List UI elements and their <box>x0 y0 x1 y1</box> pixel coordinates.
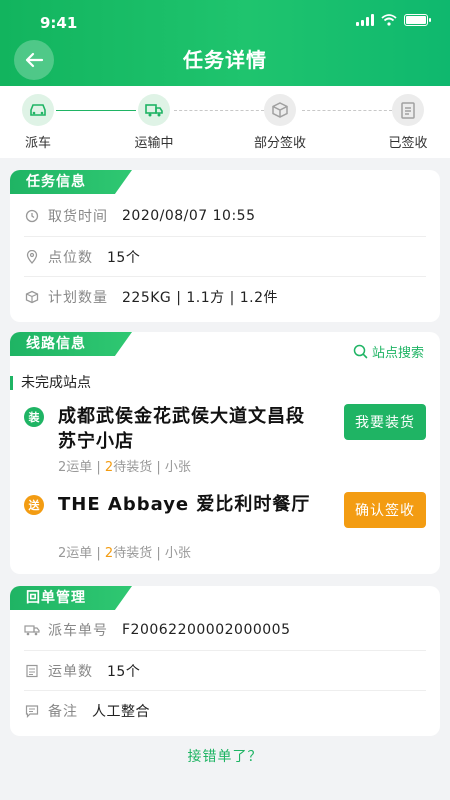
row-label: 计划数量 <box>48 289 108 306</box>
row-value: 人工整合 <box>92 703 150 720</box>
clock-icon <box>24 208 40 224</box>
status-time: 9:41 <box>40 14 78 32</box>
header: 9:41 任务详情 <box>0 0 450 86</box>
section-tag: 线路信息 <box>10 332 132 356</box>
section-tag: 任务信息 <box>10 170 132 194</box>
row-value: 225KG | 1.1方 | 1.2件 <box>122 289 279 306</box>
row-label: 备注 <box>48 703 78 720</box>
deliver-badge: 送 <box>24 495 44 515</box>
note-icon <box>24 703 40 719</box>
row-value: 15个 <box>107 249 141 266</box>
info-row-point-count: 点位数 15个 <box>24 236 426 276</box>
row-label: 取货时间 <box>48 209 108 225</box>
row-label: 派车单号 <box>48 623 108 639</box>
unfinished-stations-heading: 未完成站点 <box>10 376 91 390</box>
stop-name: 成都武侯金花武侯大道文昌段苏宁小店 <box>58 406 305 452</box>
receipt-row-remark: 备注 人工整合 <box>24 690 426 730</box>
progress-steps: 派车 运输中 部分签收 已签收 <box>0 86 450 158</box>
stop-item[interactable]: 装 成都武侯金花武侯大道文昌段苏宁小店 2运单 | 2待装货 | 小张 我要装货 <box>24 404 426 476</box>
receipt-row-dispatch-number: 派车单号 F20062200002000005 <box>24 610 426 650</box>
location-pin-icon <box>24 249 40 265</box>
row-label: 运单数 <box>48 663 93 680</box>
search-label: 站点搜索 <box>371 346 424 361</box>
row-value: F20062200002000005 <box>122 622 291 638</box>
box-icon <box>24 289 40 305</box>
route-info-card: 线路信息 站点搜索 未完成站点 装 成都武侯金花武侯大道文昌段苏宁小店 2运单 … <box>10 332 440 574</box>
info-row-pickup-time: 取货时间 2020/08/07 10:55 <box>24 196 426 236</box>
step-partial-signed: 部分签收 <box>240 94 320 151</box>
page-title: 任务详情 <box>183 48 267 72</box>
truck-icon <box>138 94 170 126</box>
load-goods-button[interactable]: 我要装货 <box>344 404 426 440</box>
step-label: 派车 <box>24 136 51 151</box>
info-row-planned-quantity: 计划数量 225KG | 1.1方 | 1.2件 <box>24 276 426 316</box>
load-badge: 装 <box>24 407 44 427</box>
battery-icon <box>404 14 431 26</box>
package-icon <box>264 94 296 126</box>
stop-meta: 2运单 | 2待装货 | 小张 <box>58 460 191 475</box>
section-tag: 回单管理 <box>10 586 132 610</box>
stop-name: THE Abbaye 爱比利时餐厅 <box>58 494 311 515</box>
step-label: 已签收 <box>388 136 428 151</box>
car-icon <box>22 94 54 126</box>
signal-icon <box>356 14 374 26</box>
document-icon <box>24 663 40 679</box>
step-label: 部分签收 <box>253 136 306 151</box>
stop-meta: 2运单 | 2待装货 | 小张 <box>58 546 191 561</box>
step-signed: 已签收 <box>368 94 448 151</box>
confirm-sign-button[interactable]: 确认签收 <box>344 492 426 528</box>
row-value: 15个 <box>107 663 141 680</box>
station-search-link[interactable]: 站点搜索 <box>353 342 424 361</box>
step-transit: 运输中 <box>114 94 194 151</box>
task-info-card: 任务信息 取货时间 2020/08/07 10:55 点位数 15个 计划数量 … <box>10 170 440 322</box>
receipt-row-waybill-count: 运单数 15个 <box>24 650 426 690</box>
receipt-management-card: 回单管理 派车单号 F20062200002000005 运单数 15个 备注 … <box>10 586 440 736</box>
stop-item[interactable]: 送 THE Abbaye 爱比利时餐厅 2运单 | 2待装货 | 小张 确认签收 <box>24 492 426 564</box>
row-label: 点位数 <box>48 249 93 266</box>
step-dispatch: 派车 <box>0 94 78 151</box>
status-icons <box>356 14 431 26</box>
search-icon <box>353 344 368 359</box>
step-label: 运输中 <box>134 136 174 151</box>
clipboard-icon <box>392 94 424 126</box>
row-value: 2020/08/07 10:55 <box>122 208 256 224</box>
wifi-icon <box>381 14 397 26</box>
wrong-order-link[interactable]: 接错单了？ <box>0 746 450 766</box>
truck-icon <box>24 622 40 638</box>
